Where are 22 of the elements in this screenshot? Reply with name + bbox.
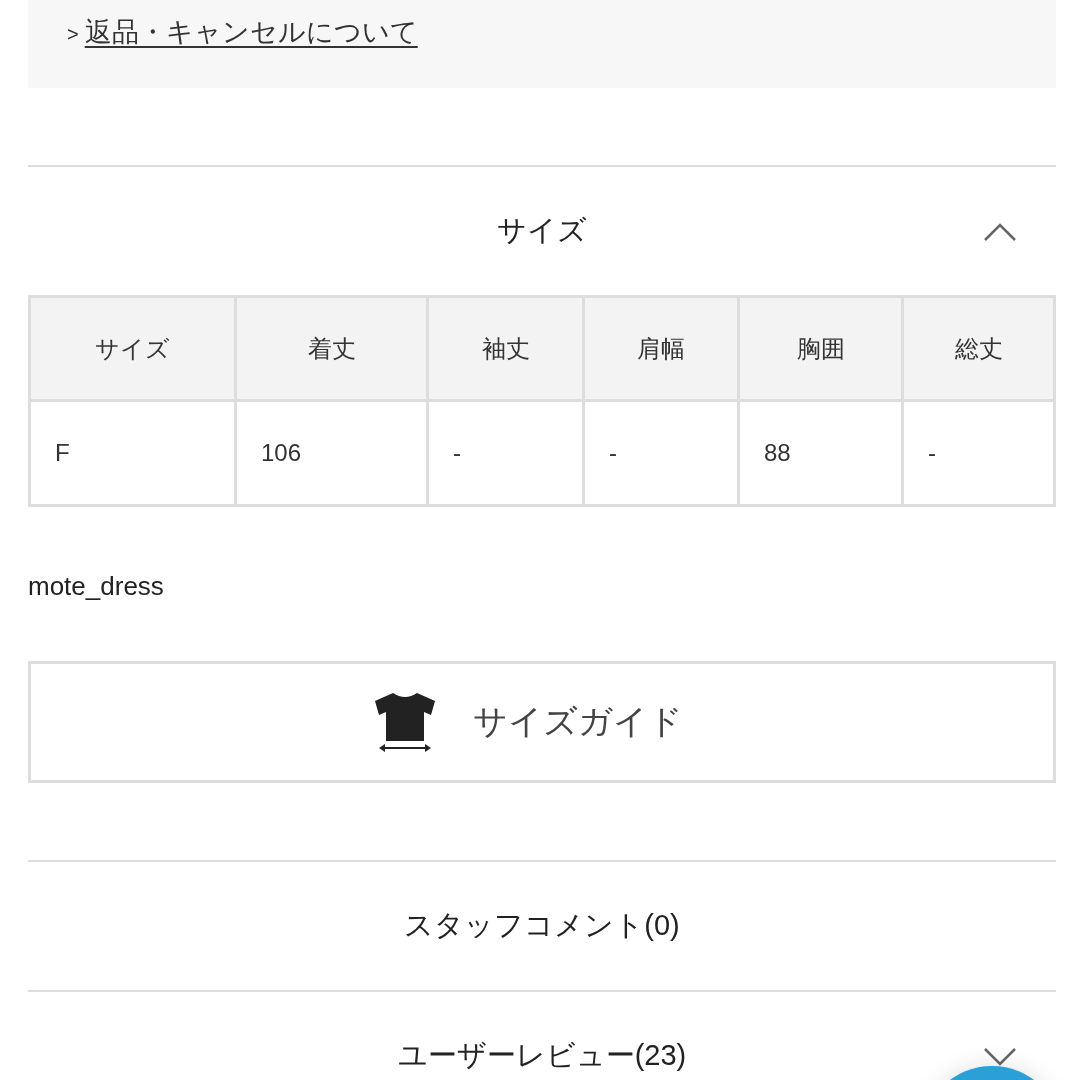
section-title: スタッフコメント(0) <box>404 908 680 943</box>
chevron-up-icon[interactable] <box>984 223 1016 241</box>
table-header-cell: 着丈 <box>237 298 426 399</box>
section-title: ユーザーレビュー(23) <box>397 1038 687 1073</box>
table-header-cell: 肩幅 <box>585 298 737 399</box>
link-marker: > <box>67 23 79 46</box>
section-title: サイズ <box>497 213 587 248</box>
table-header-cell: 総丈 <box>904 298 1053 399</box>
table-cell: F <box>31 402 234 504</box>
product-code: mote_dress <box>28 570 164 603</box>
table-cell: - <box>429 402 582 504</box>
size-guide-button[interactable]: サイズガイド <box>28 661 1056 783</box>
chevron-down-icon[interactable] <box>984 1048 1016 1066</box>
table-header-cell: サイズ <box>31 298 234 399</box>
table-cell: - <box>585 402 737 504</box>
returns-link[interactable]: 返品・キャンセルについて <box>84 14 418 50</box>
table-cell: - <box>904 402 1053 504</box>
table-cell: 106 <box>237 402 426 504</box>
table-header-cell: 胸囲 <box>740 298 901 399</box>
table-cell: 88 <box>740 402 901 504</box>
t-shirt-icon <box>373 691 437 753</box>
table-header-cell: 袖丈 <box>429 298 582 399</box>
